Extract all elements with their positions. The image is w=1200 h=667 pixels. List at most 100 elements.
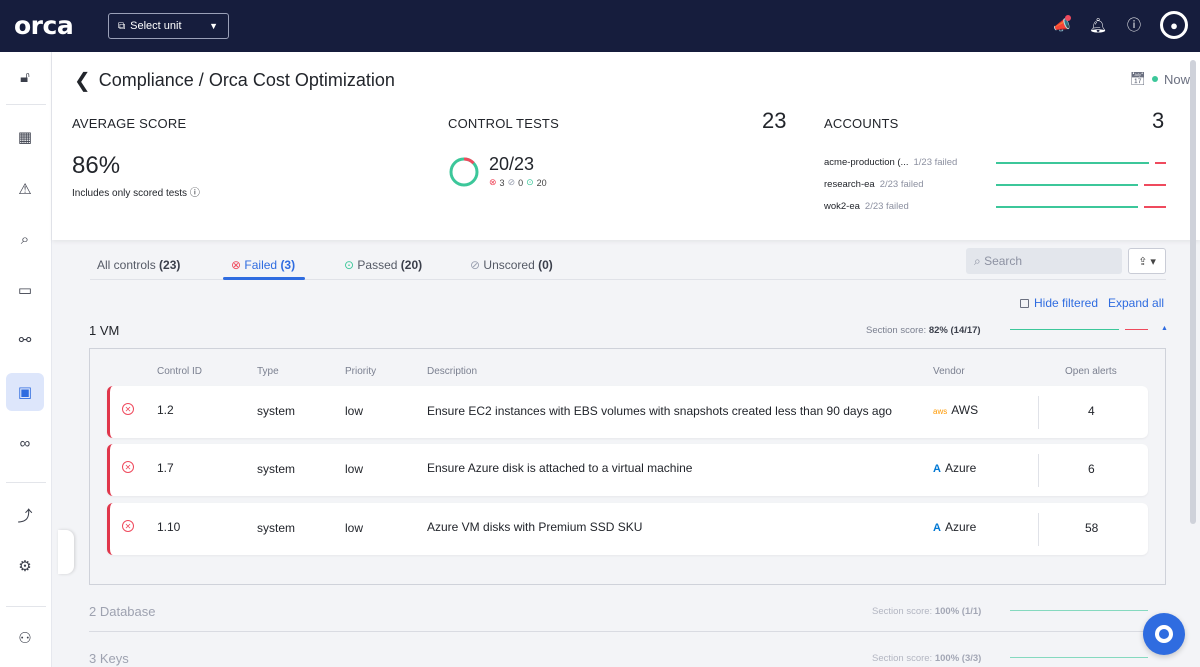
column-header[interactable]: Open alerts [1065, 366, 1117, 377]
section-title[interactable]: 2 Database [89, 604, 156, 619]
search-input[interactable]: ⌕ Search [966, 248, 1122, 274]
section-title[interactable]: 1 VM [89, 323, 119, 338]
section-title[interactable]: 3 Keys [89, 651, 129, 666]
inventory-icon[interactable]: ▭ [6, 271, 44, 309]
open-alerts[interactable]: 58 [1085, 521, 1098, 535]
azure-icon: A [933, 522, 941, 534]
account-row[interactable]: research-ea 2/23 failed [824, 179, 924, 190]
column-header[interactable]: Vendor [933, 366, 965, 377]
search-icon[interactable]: ⌕ [6, 220, 44, 258]
control-description: Ensure Azure disk is attached to a virtu… [427, 461, 693, 475]
control-type: system [257, 462, 296, 476]
column-header[interactable]: Description [427, 366, 477, 377]
hide-filtered-label: Hide filtered [1034, 296, 1099, 310]
unscored-icon: ⊘ [507, 177, 516, 187]
graph-icon[interactable]: ⚯ [6, 321, 44, 359]
tab-unscored[interactable]: ⊘ Unscored (0) [470, 258, 553, 272]
megaphone-icon[interactable]: 📣 [1052, 14, 1072, 34]
tab-label: Unscored [483, 258, 535, 272]
alert-icon[interactable]: ⚠ [6, 170, 44, 208]
account-bar-fail [1155, 162, 1166, 164]
tab-all-controls[interactable]: All controls (23) [97, 258, 180, 272]
integrations-icon[interactable]: ⤴ [6, 496, 44, 534]
assistant-icon [1155, 625, 1173, 643]
sidebar-divider [6, 606, 46, 607]
open-alerts[interactable]: 4 [1088, 404, 1095, 418]
assistant-button[interactable] [1143, 613, 1185, 655]
checkbox-icon [1020, 298, 1029, 308]
table-row[interactable]: ✕ 1.2 system low Ensure EC2 instances wi… [107, 386, 1148, 438]
dashboard-icon[interactable]: ▦ [6, 118, 44, 156]
account-failed: 2/23 failed [864, 201, 909, 212]
table-row[interactable]: ✕ 1.10 system low Azure VM disks with Pr… [107, 503, 1148, 555]
account-row[interactable]: acme-production (... 1/23 failed [824, 157, 957, 168]
tab-count: (23) [159, 258, 181, 272]
vendor: aws AWS [933, 403, 978, 417]
table-row[interactable]: ✕ 1.7 system low Ensure Azure disk is at… [107, 444, 1148, 496]
section-score-label: Section score: [872, 653, 933, 664]
section-score-value: 82% (14/17) [928, 325, 981, 336]
divider [1038, 454, 1039, 487]
help-icon[interactable]: ⓘ [1124, 15, 1144, 35]
tab-label: All controls [97, 258, 156, 272]
vendor: A Azure [933, 520, 976, 534]
column-header[interactable]: Control ID [157, 366, 202, 377]
collapse-icon[interactable]: ▲ [1161, 325, 1168, 332]
control-priority: low [345, 521, 364, 535]
tab-passed[interactable]: ⊙ Passed (20) [344, 258, 422, 272]
control-tests-total: 23 [762, 108, 787, 133]
tab-failed[interactable]: ⊗ Failed (3) [231, 258, 295, 272]
section-score-value: 100% (3/3) [934, 653, 982, 664]
control-id: 1.10 [157, 520, 181, 534]
search-placeholder: Search [984, 254, 1023, 268]
shift-left-icon[interactable]: ∞ [6, 424, 44, 462]
orca-logo[interactable]: orca [14, 11, 74, 40]
export-button[interactable]: ⇪ ▾ [1128, 248, 1166, 274]
passed-count: 20 [536, 177, 547, 188]
user-avatar[interactable]: ● [1160, 11, 1188, 39]
section-score-label: Section score: [872, 606, 933, 617]
control-id: 1.2 [157, 403, 174, 417]
account-row[interactable]: wok2-ea 2/23 failed [824, 201, 909, 212]
user-settings-icon[interactable]: ⚇ [6, 619, 44, 657]
bell-icon[interactable]: 🔔︎ [1088, 17, 1108, 34]
time-selector[interactable]: 📅︎ Now [1129, 71, 1190, 87]
user-icon: ● [1163, 14, 1185, 36]
active-tab-indicator [223, 277, 305, 280]
vendor-name: Azure [944, 461, 977, 475]
aws-icon: aws [933, 407, 948, 416]
compliance-icon[interactable]: ▣ [6, 373, 44, 411]
top-bar: orca ⧉ Select unit ▼ 📣 🔔︎ ⓘ ● [0, 0, 1200, 52]
breadcrumb[interactable]: ❮ Compliance / Orca Cost Optimization [74, 68, 395, 93]
control-tests-breakdown: ⊗ 3 ⊘ 0 ⊙ 20 [489, 177, 547, 188]
unit-select-dropdown[interactable]: ⧉ Select unit ▼ [108, 13, 229, 39]
failed-count: 3 [499, 177, 505, 188]
lock-icon[interactable]: 🔓︎ [6, 58, 44, 96]
section-score: Section score: 100% (3/3) [872, 653, 981, 664]
average-score-label: AVERAGE SCORE [72, 116, 187, 131]
chevron-down-icon: ▼ [209, 21, 218, 31]
info-icon[interactable]: ⓘ [190, 188, 200, 199]
unit-select-label: Select unit [130, 20, 182, 32]
chevron-down-icon: ▾ [1150, 255, 1156, 268]
sidebar-collapse-handle[interactable] [58, 530, 74, 574]
scrollbar[interactable] [1190, 60, 1196, 524]
column-header[interactable]: Type [257, 366, 279, 377]
section-score: Section score: 82% (14/17) [866, 325, 981, 336]
hide-filtered-checkbox[interactable]: Hide filtered [1020, 296, 1098, 310]
time-label: Now [1163, 71, 1190, 87]
sidebar: 🔓︎ ▦ ⚠ ⌕ ▭ ⚯ ▣ ∞ ⤴ ⚙ ⚇ [0, 52, 52, 667]
section-bar-fail [1125, 329, 1148, 330]
expand-all-link[interactable]: Expand all [1108, 296, 1164, 310]
live-dot [1151, 76, 1158, 82]
vendor: A Azure [933, 461, 976, 475]
account-failed: 1/23 failed [913, 157, 958, 168]
export-icon: ⇪ [1138, 255, 1148, 268]
open-alerts[interactable]: 6 [1088, 462, 1095, 476]
settings-icon[interactable]: ⚙ [6, 547, 44, 585]
column-header[interactable]: Priority [345, 366, 376, 377]
section-score: Section score: 100% (1/1) [872, 606, 981, 617]
failed-icon: ✕ [122, 403, 134, 415]
unscored-icon: ⊘ [470, 258, 481, 272]
average-score-value: 86% [72, 152, 121, 179]
